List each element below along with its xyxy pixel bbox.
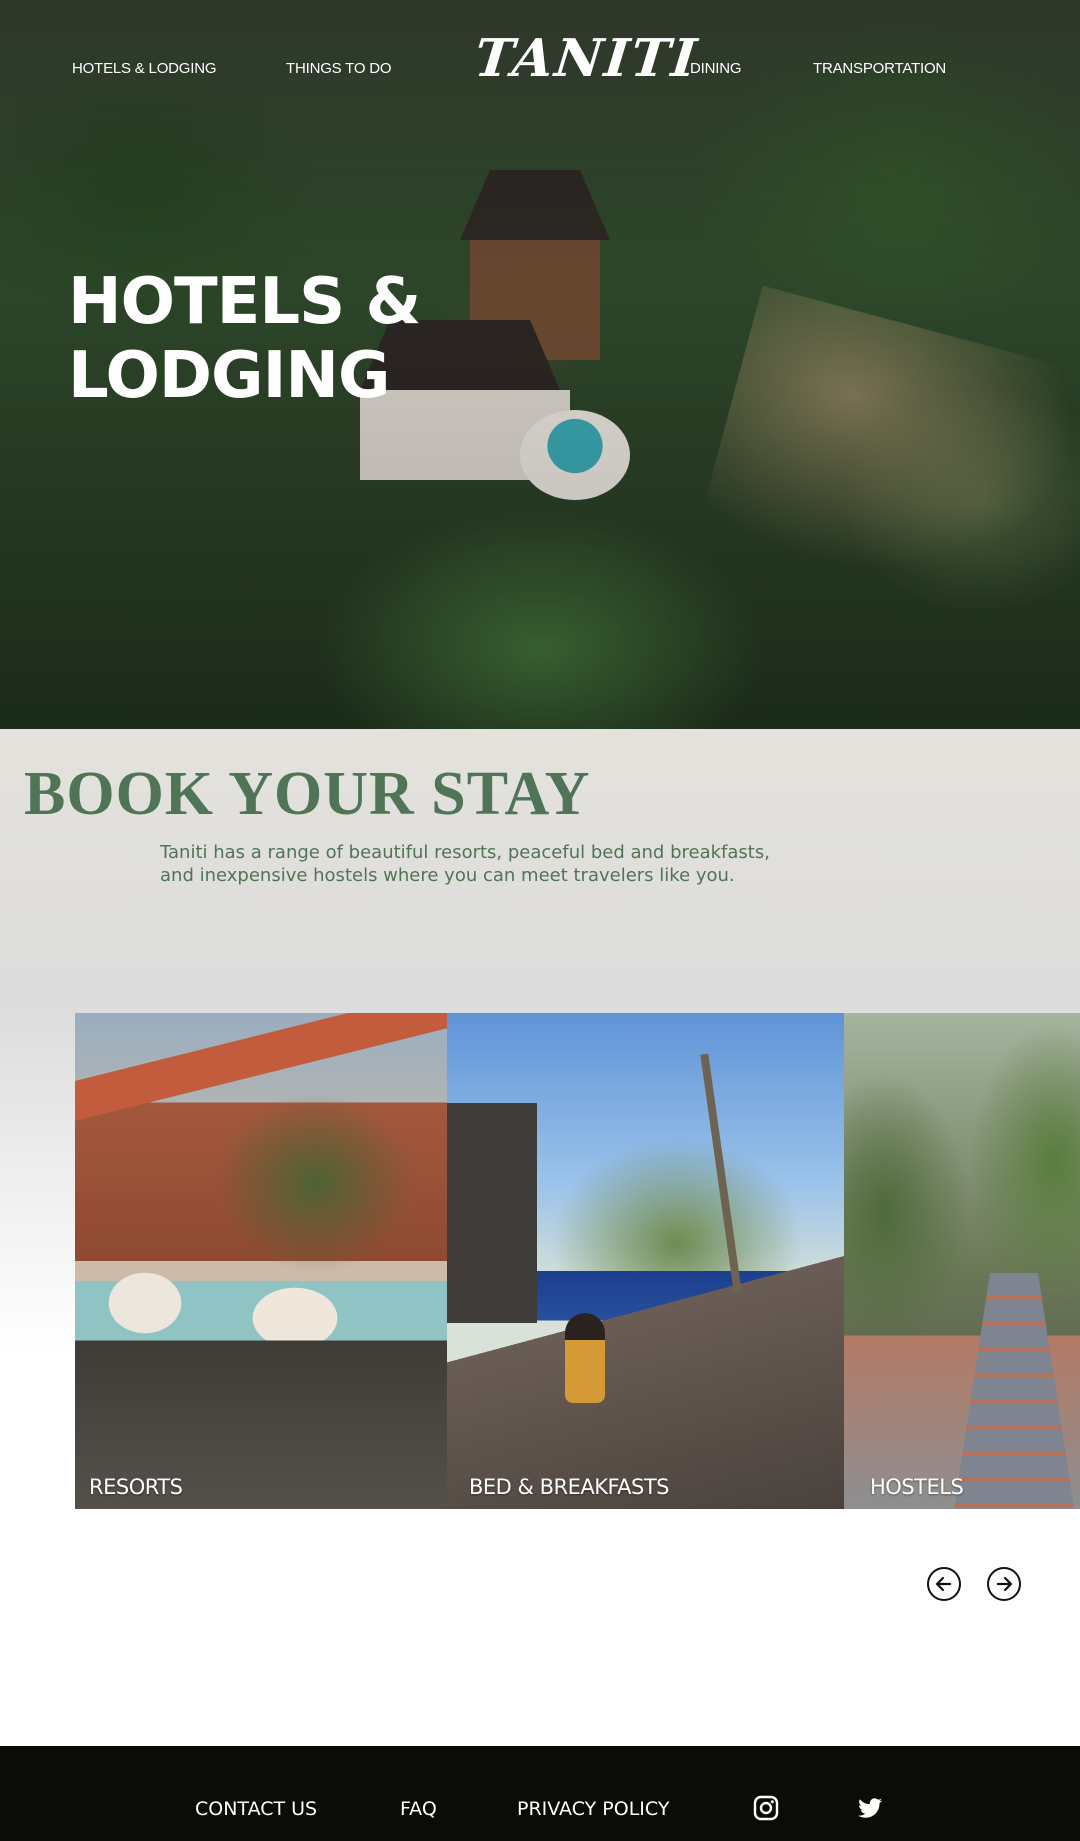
book-your-stay-section: BOOK YOUR STAY Taniti has a range of bea… [0,729,1080,1601]
page-title: HOTELS & LODGING [68,265,488,413]
section-description-line-1: Taniti has a range of beautiful resorts,… [160,842,770,863]
nav-link-dining[interactable]: DINING [690,60,742,77]
footer-link-privacy-policy[interactable]: PRIVACY POLICY [517,1798,669,1820]
section-description-line-2: and inexpensive hostels where you can me… [160,865,735,886]
carousel-prev-button[interactable] [927,1567,961,1601]
twitter-icon[interactable] [856,1794,884,1822]
nav-link-hotels-lodging[interactable]: HOTELS & LODGING [72,60,217,77]
instagram-icon[interactable] [752,1794,780,1822]
nav-link-things-to-do[interactable]: THINGS TO DO [286,60,392,77]
card-label: HOSTELS [870,1475,964,1499]
section-description: Taniti has a range of beautiful resorts,… [160,841,820,887]
main-nav: HOTELS & LODGING THINGS TO DO TANITI DIN… [0,0,1080,130]
nav-link-transportation[interactable]: TRANSPORTATION [813,60,946,77]
carousel-card-bed-breakfasts[interactable]: BED & BREAKFASTS [447,1013,844,1509]
carousel-card-resorts[interactable]: RESORTS [75,1013,447,1509]
footer-link-faq[interactable]: FAQ [400,1798,437,1820]
card-label: RESORTS [89,1475,183,1499]
lodging-carousel: RESORTS BED & BREAKFASTS HOSTELS [75,1013,1080,1509]
card-label: BED & BREAKFASTS [469,1475,669,1499]
page-title-line-2: LODGING [68,339,390,413]
arrow-left-circle-icon [935,1576,952,1592]
carousel-card-hostels[interactable]: HOSTELS [844,1013,1080,1509]
section-title: BOOK YOUR STAY [24,760,591,828]
site-logo[interactable]: TANITI [472,28,701,89]
hero-section: HOTELS & LODGING THINGS TO DO TANITI DIN… [0,0,1080,729]
arrow-right-circle-icon [996,1576,1013,1592]
carousel-next-button[interactable] [987,1567,1021,1601]
footer-link-contact-us[interactable]: CONTACT US [195,1798,317,1820]
site-footer: CONTACT US FAQ PRIVACY POLICY [0,1746,1080,1841]
page-title-line-1: HOTELS & [68,265,421,339]
